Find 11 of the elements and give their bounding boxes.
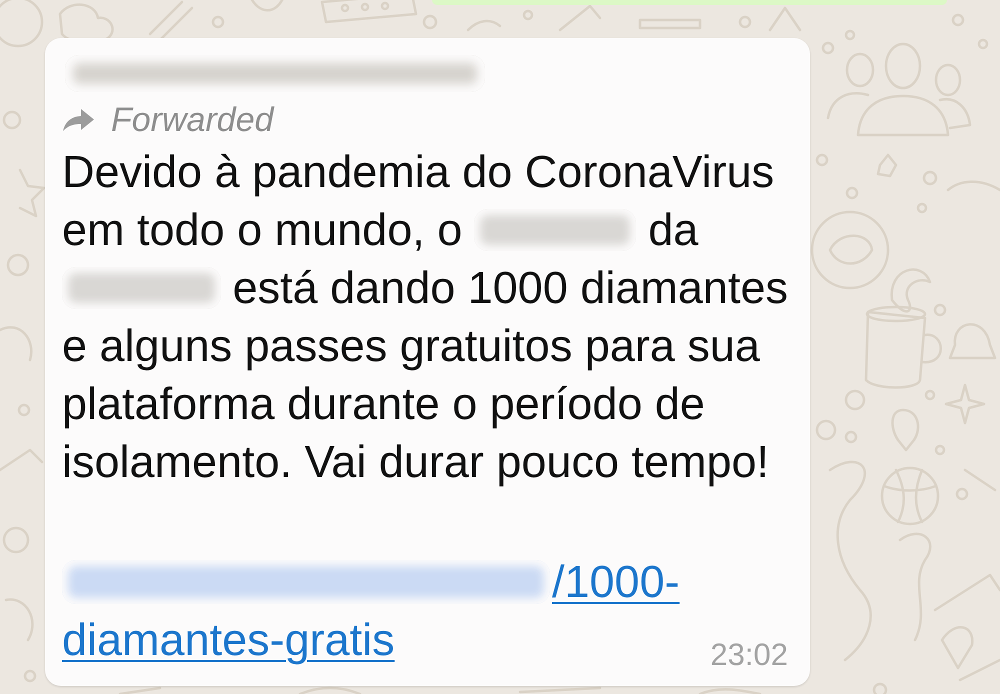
message-time: 23:02 xyxy=(710,636,788,674)
message-text: e alguns passes gratuitos para sua xyxy=(62,319,760,373)
message-text: Devido à pandemia do CoronaVirus xyxy=(62,145,774,199)
message-text: está dando 1000 diamantes xyxy=(232,261,788,315)
forwarded-label: Forwarded xyxy=(111,100,274,140)
message-link[interactable]: diamantes-gratis xyxy=(62,611,395,669)
message-text: isolamento. Vai durar pouco tempo! xyxy=(62,435,770,489)
message-link[interactable]: /1000- xyxy=(552,553,680,611)
message-text: da xyxy=(648,203,698,257)
message-text: em todo o mundo, o xyxy=(62,203,462,257)
message-text: plataforma durante o período de xyxy=(62,377,705,431)
